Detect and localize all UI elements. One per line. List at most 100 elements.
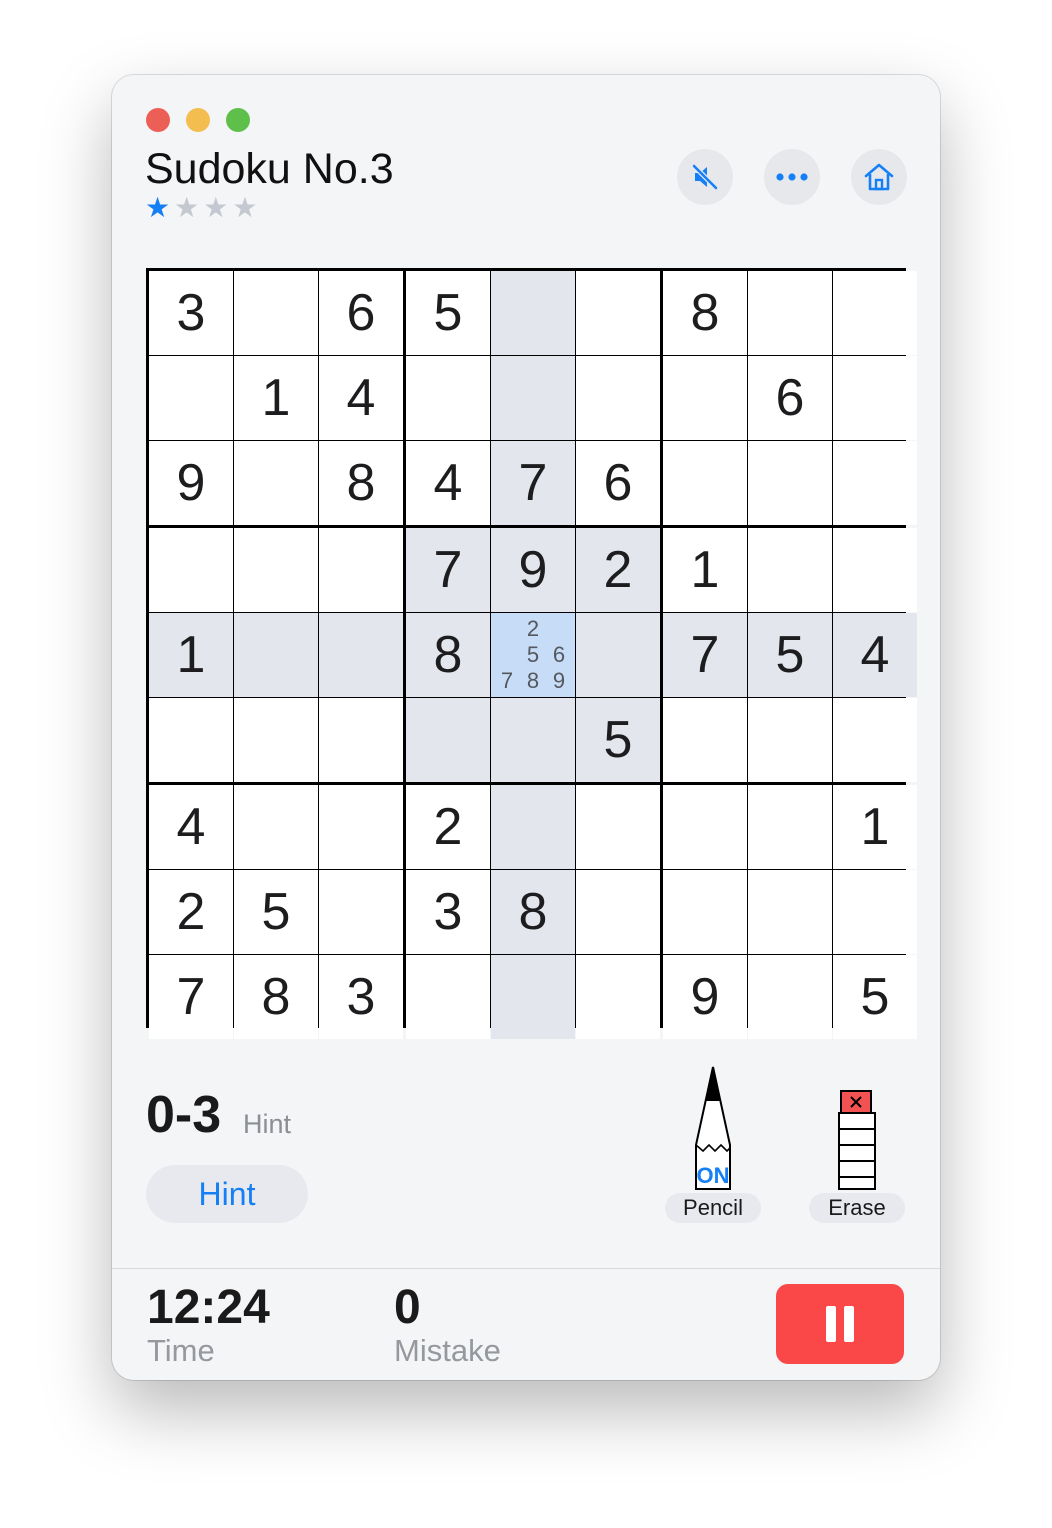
sudoku-cell[interactable] [663, 785, 747, 869]
sudoku-cell[interactable]: 9 [491, 528, 575, 612]
sudoku-cell[interactable]: 8 [319, 441, 403, 525]
sudoku-cell[interactable]: 7 [406, 528, 490, 612]
sudoku-cell[interactable] [663, 698, 747, 782]
sudoku-cell[interactable] [234, 441, 318, 525]
sudoku-cell[interactable] [234, 785, 318, 869]
sudoku-cell[interactable]: 5 [234, 870, 318, 954]
sudoku-cell[interactable]: 2 [576, 528, 660, 612]
sudoku-cell[interactable] [576, 613, 660, 697]
sudoku-cell[interactable]: 7 [663, 613, 747, 697]
sudoku-cell[interactable]: 2 [406, 785, 490, 869]
sudoku-cell[interactable] [576, 356, 660, 440]
sudoku-cell[interactable] [319, 870, 403, 954]
sudoku-cell[interactable]: 2 [149, 870, 233, 954]
sudoku-cell[interactable]: 6 [576, 441, 660, 525]
sudoku-cell[interactable] [406, 698, 490, 782]
sudoku-cell[interactable]: 4 [319, 356, 403, 440]
star-empty-icon: ★ [203, 192, 229, 223]
sudoku-cell[interactable] [406, 955, 490, 1039]
pencil-tool-button[interactable]: ON Pencil [665, 1065, 761, 1225]
sudoku-cell[interactable]: 1 [149, 613, 233, 697]
sudoku-cell[interactable] [833, 271, 917, 355]
star-filled-icon: ★ [145, 192, 171, 223]
sudoku-cell[interactable] [576, 870, 660, 954]
cell-digit: 7 [690, 626, 720, 684]
hint-button[interactable]: Hint [146, 1165, 308, 1223]
sudoku-cell[interactable] [576, 271, 660, 355]
sudoku-cell[interactable] [748, 271, 832, 355]
sudoku-cell-selected[interactable]: 256 789 [491, 613, 575, 697]
sudoku-cell[interactable]: 9 [663, 955, 747, 1039]
sudoku-cell[interactable] [491, 955, 575, 1039]
cell-digit: 1 [860, 798, 890, 856]
sudoku-cell[interactable] [748, 870, 832, 954]
footer-divider [112, 1268, 940, 1269]
sudoku-cell[interactable] [149, 356, 233, 440]
sudoku-cell[interactable] [491, 356, 575, 440]
sudoku-cell[interactable] [406, 356, 490, 440]
sudoku-cell[interactable] [663, 870, 747, 954]
sudoku-cell[interactable]: 1 [833, 785, 917, 869]
more-options-button[interactable] [764, 149, 820, 205]
pencil-note [494, 616, 520, 642]
sudoku-cell[interactable]: 1 [663, 528, 747, 612]
pencil-note: 5 [526, 642, 540, 667]
sudoku-cell[interactable]: 5 [833, 955, 917, 1039]
sudoku-cell[interactable]: 7 [149, 955, 233, 1039]
sudoku-cell[interactable] [576, 785, 660, 869]
sudoku-cell[interactable]: 4 [149, 785, 233, 869]
sudoku-cell[interactable] [234, 698, 318, 782]
sudoku-cell[interactable]: 5 [406, 271, 490, 355]
sudoku-cell[interactable] [491, 785, 575, 869]
sudoku-cell[interactable]: 3 [149, 271, 233, 355]
sudoku-cell[interactable]: 3 [319, 955, 403, 1039]
sudoku-cell[interactable] [576, 955, 660, 1039]
sudoku-cell[interactable] [319, 785, 403, 869]
sudoku-cell[interactable]: 4 [406, 441, 490, 525]
sudoku-cell[interactable] [491, 271, 575, 355]
sudoku-cell[interactable] [748, 698, 832, 782]
sudoku-cell[interactable] [234, 528, 318, 612]
sudoku-cell[interactable]: 5 [576, 698, 660, 782]
sudoku-cell[interactable] [748, 955, 832, 1039]
sudoku-cell[interactable] [748, 785, 832, 869]
sudoku-cell[interactable]: 7 [491, 441, 575, 525]
sudoku-cell[interactable]: 4 [833, 613, 917, 697]
sudoku-cell[interactable] [833, 528, 917, 612]
sudoku-cell[interactable] [663, 356, 747, 440]
mute-button[interactable] [677, 149, 733, 205]
sudoku-cell[interactable] [833, 698, 917, 782]
minimize-window-button[interactable] [186, 108, 210, 132]
home-button[interactable] [851, 149, 907, 205]
sudoku-cell[interactable] [833, 870, 917, 954]
sudoku-cell[interactable] [319, 613, 403, 697]
sudoku-cell[interactable] [748, 441, 832, 525]
sudoku-cell[interactable]: 1 [234, 356, 318, 440]
sudoku-cell[interactable] [149, 528, 233, 612]
pencil-icon: ON [695, 1066, 731, 1190]
sudoku-cell[interactable]: 6 [319, 271, 403, 355]
sudoku-cell[interactable] [149, 698, 233, 782]
erase-tool-button[interactable]: Erase [809, 1065, 905, 1225]
sudoku-cell[interactable]: 3 [406, 870, 490, 954]
sudoku-cell[interactable]: 5 [748, 613, 832, 697]
sudoku-cell[interactable] [748, 528, 832, 612]
pause-button[interactable] [776, 1284, 904, 1364]
maximize-window-button[interactable] [226, 108, 250, 132]
sudoku-cell[interactable]: 6 [748, 356, 832, 440]
sudoku-cell[interactable] [234, 271, 318, 355]
sudoku-cell[interactable] [319, 698, 403, 782]
sudoku-cell[interactable] [234, 613, 318, 697]
sudoku-cell[interactable]: 8 [663, 271, 747, 355]
sudoku-cell[interactable] [491, 698, 575, 782]
cell-digit: 5 [433, 284, 463, 342]
close-window-button[interactable] [146, 108, 170, 132]
sudoku-cell[interactable]: 8 [491, 870, 575, 954]
sudoku-cell[interactable] [663, 441, 747, 525]
sudoku-cell[interactable]: 8 [406, 613, 490, 697]
sudoku-cell[interactable] [833, 356, 917, 440]
sudoku-cell[interactable]: 8 [234, 955, 318, 1039]
sudoku-cell[interactable] [833, 441, 917, 525]
sudoku-cell[interactable] [319, 528, 403, 612]
sudoku-cell[interactable]: 9 [149, 441, 233, 525]
